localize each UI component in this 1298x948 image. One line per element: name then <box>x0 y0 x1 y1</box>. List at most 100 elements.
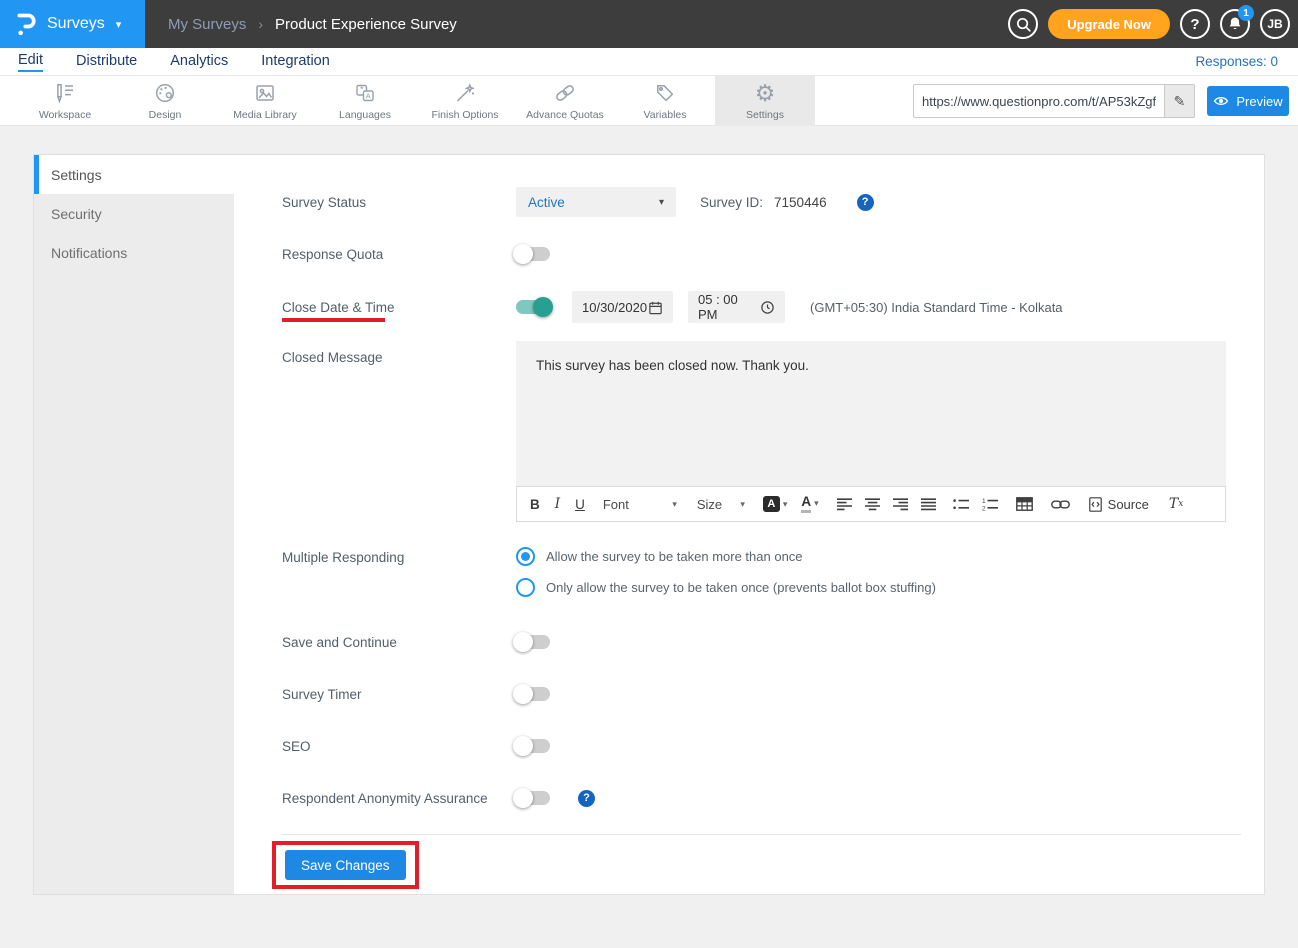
gear-icon: ⚙ <box>755 81 776 106</box>
help-button[interactable]: ? <box>1180 9 1210 39</box>
survey-url-input[interactable] <box>914 85 1164 117</box>
save-changes-annotation-box: Save Changes <box>272 841 419 889</box>
toolbar-item-settings[interactable]: ⚙ Settings <box>715 76 815 126</box>
save-changes-button[interactable]: Save Changes <box>285 850 406 880</box>
close-date-label: Close Date & Time <box>282 300 516 315</box>
tab-edit[interactable]: Edit <box>18 52 43 72</box>
text-color-icon: A <box>801 495 811 512</box>
sidebar-item-settings[interactable]: Settings <box>34 155 234 194</box>
underline-button[interactable]: U <box>575 497 585 512</box>
survey-timer-toggle[interactable] <box>516 687 550 701</box>
calendar-icon <box>648 300 663 315</box>
response-quota-toggle[interactable] <box>516 247 550 261</box>
richtext-toolbar: B I U Font ▾ Size ▾ A ▾ A ▾ <box>516 486 1226 522</box>
survey-status-select[interactable]: Active ▾ <box>516 187 676 217</box>
clock-icon <box>760 300 775 315</box>
response-quota-row: Response Quota <box>282 244 550 264</box>
toolbar-item-design[interactable]: Design <box>115 76 215 126</box>
save-and-continue-label: Save and Continue <box>282 635 516 650</box>
align-center-button[interactable] <box>865 498 880 511</box>
size-dropdown[interactable]: Size ▾ <box>697 497 745 512</box>
image-icon <box>253 81 277 106</box>
bold-button[interactable]: B <box>530 497 540 512</box>
save-and-continue-row: Save and Continue <box>282 632 550 652</box>
topbar-actions: Upgrade Now ? 1 JB <box>1008 0 1290 48</box>
questionpro-logo-icon <box>16 11 38 37</box>
sidebar-item-notifications[interactable]: Notifications <box>34 233 234 272</box>
close-date-field[interactable]: 10/30/2020 <box>572 291 673 323</box>
text-color-button[interactable]: A ▾ <box>801 495 818 512</box>
sidebar-item-security[interactable]: Security <box>34 194 234 233</box>
bullet-list-button[interactable] <box>953 498 969 511</box>
chain-links-icon <box>553 81 577 106</box>
svg-text:*: * <box>360 85 364 95</box>
bg-color-icon: A <box>763 496 780 512</box>
tab-analytics[interactable]: Analytics <box>170 53 228 71</box>
tag-icon <box>653 81 677 106</box>
brand[interactable]: Surveys ▾ <box>0 0 145 48</box>
align-right-button[interactable] <box>893 498 908 511</box>
pencil-icon: ✎ <box>1174 93 1186 110</box>
seo-toggle[interactable] <box>516 739 550 753</box>
italic-button[interactable]: I <box>555 496 560 512</box>
close-date-toggle[interactable] <box>516 300 550 314</box>
radio-selected-icon <box>516 547 535 566</box>
responses-count: Responses: 0 <box>1195 54 1278 69</box>
background-color-button[interactable]: A ▾ <box>763 496 788 512</box>
settings-card: Settings Security Notifications Survey S… <box>33 154 1265 895</box>
edit-url-button[interactable]: ✎ <box>1164 85 1194 117</box>
multiple-responding-label: Multiple Responding <box>282 547 516 569</box>
toolbar-item-workspace[interactable]: Workspace <box>15 76 115 126</box>
seo-row: SEO <box>282 736 550 756</box>
closed-message-label: Closed Message <box>282 350 516 365</box>
respondent-anonymity-toggle[interactable] <box>516 791 550 805</box>
survey-timer-label: Survey Timer <box>282 687 516 702</box>
tab-distribute[interactable]: Distribute <box>76 53 137 71</box>
notification-badge: 1 <box>1238 5 1254 21</box>
font-dropdown[interactable]: Font ▾ <box>603 497 677 512</box>
toolbar-item-variables[interactable]: Variables <box>615 76 715 126</box>
table-button[interactable] <box>1016 497 1033 511</box>
upgrade-now-button[interactable]: Upgrade Now <box>1048 9 1170 39</box>
footer-divider <box>282 834 1241 835</box>
seo-label: SEO <box>282 739 516 754</box>
tab-integration[interactable]: Integration <box>261 53 330 71</box>
top-bar: Surveys ▾ My Surveys › Product Experienc… <box>0 0 1298 48</box>
toolbar-item-finish-options[interactable]: Finish Options <box>415 76 515 126</box>
settings-sidebar: Settings Security Notifications <box>34 155 234 894</box>
breadcrumb-my-surveys[interactable]: My Surveys <box>168 16 246 33</box>
link-icon[interactable] <box>1051 499 1070 510</box>
survey-timer-row: Survey Timer <box>282 684 550 704</box>
product-switcher-label: Surveys <box>47 15 105 33</box>
respondent-anonymity-label: Respondent Anonymity Assurance <box>282 791 516 806</box>
justify-button[interactable] <box>921 498 936 511</box>
svg-text:A: A <box>366 92 371 101</box>
preview-button[interactable]: Preview <box>1207 86 1289 116</box>
numbered-list-button[interactable]: 12 <box>982 498 998 511</box>
avatar[interactable]: JB <box>1260 9 1290 39</box>
align-left-button[interactable] <box>837 498 852 511</box>
radio-option-once[interactable]: Only allow the survey to be taken once (… <box>516 578 936 597</box>
chevron-down-icon: ▾ <box>672 499 677 510</box>
toolbar-item-advance-quotas[interactable]: Advance Quotas <box>515 76 615 126</box>
response-quota-label: Response Quota <box>282 247 516 262</box>
chevron-down-icon: ▾ <box>659 197 664 208</box>
close-time-field[interactable]: 05 : 00 PM <box>688 291 785 323</box>
search-button[interactable] <box>1008 9 1038 39</box>
notifications-button[interactable]: 1 <box>1220 9 1250 39</box>
survey-url-box: ✎ <box>913 84 1195 118</box>
survey-id-value: 7150446 <box>774 195 827 210</box>
workspace-icon <box>53 81 77 106</box>
source-button[interactable]: Source <box>1089 497 1149 512</box>
toolbar-item-languages[interactable]: *A Languages <box>315 76 415 126</box>
toolbar-item-media-library[interactable]: Media Library <box>215 76 315 126</box>
remove-format-button[interactable]: Tx <box>1169 496 1183 512</box>
respondent-anonymity-help-icon[interactable]: ? <box>578 790 595 807</box>
closed-message-textarea[interactable]: This survey has been closed now. Thank y… <box>516 341 1226 486</box>
close-date-annotation-underline <box>282 318 385 322</box>
chevron-down-icon: ▾ <box>116 18 122 31</box>
save-and-continue-toggle[interactable] <box>516 635 550 649</box>
radio-option-more-than-once[interactable]: Allow the survey to be taken more than o… <box>516 547 936 566</box>
survey-id-help-icon[interactable]: ? <box>857 194 874 211</box>
chevron-down-icon: ▾ <box>740 499 745 510</box>
